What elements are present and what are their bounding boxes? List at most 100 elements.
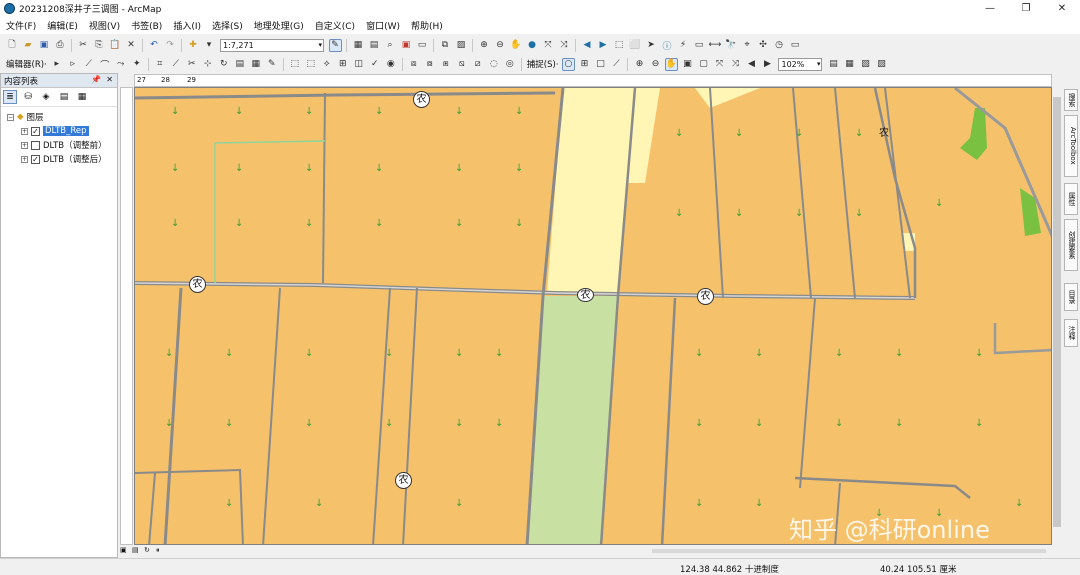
edit-annotation-icon[interactable]: ▹ xyxy=(66,58,79,71)
rotate-icon[interactable]: ↻ xyxy=(217,58,230,71)
search-window-icon[interactable]: ⌕ xyxy=(384,39,397,52)
layout-zoom-out-icon[interactable]: ⊖ xyxy=(649,58,662,71)
menu-edit[interactable]: 编辑(E) xyxy=(47,19,78,32)
end-snapping-icon[interactable]: ⊞ xyxy=(578,58,591,71)
land-label-marker[interactable]: 农 xyxy=(395,472,412,489)
straight-segment-icon[interactable]: ⟋ xyxy=(82,58,95,71)
topology-icon[interactable]: ⬚ xyxy=(288,58,301,71)
undo-icon[interactable]: ↶ xyxy=(148,39,161,52)
shared-features-icon[interactable]: ⊞ xyxy=(336,58,349,71)
fixed-out-icon[interactable]: ⤨ xyxy=(729,58,742,71)
data-driven-pages-icon[interactable]: ▨ xyxy=(875,58,888,71)
identify-icon[interactable]: ⓘ xyxy=(661,39,674,52)
edit-vertices-icon[interactable]: ⌗ xyxy=(153,58,166,71)
refresh-icon[interactable]: ↻ xyxy=(144,546,153,555)
expand-icon[interactable]: + xyxy=(21,155,28,163)
catalog-icon[interactable]: ▤ xyxy=(368,39,381,52)
smooth-icon[interactable]: ◎ xyxy=(503,58,516,71)
vertical-scrollbar[interactable] xyxy=(1052,87,1062,545)
full-extent-icon[interactable]: ● xyxy=(526,39,539,52)
options-icon[interactable]: ▦ xyxy=(75,90,89,104)
topology-edit-icon[interactable]: ⟡ xyxy=(320,58,333,71)
edge-snapping-icon[interactable]: ⟋ xyxy=(610,58,623,71)
table-icon[interactable]: ▦ xyxy=(352,39,365,52)
menu-file[interactable]: 文件(F) xyxy=(6,19,36,32)
land-label-marker[interactable]: 农 xyxy=(879,124,891,139)
data-view-icon[interactable]: ▣ xyxy=(120,546,129,555)
layer-item-dltb-rep[interactable]: + ✓ DLTB_Rep xyxy=(21,125,89,137)
generalize-icon[interactable]: ◌ xyxy=(487,58,500,71)
viewer-window-icon[interactable]: ▭ xyxy=(789,39,802,52)
expand-icon[interactable]: + xyxy=(21,127,28,135)
land-label-marker[interactable]: 农 xyxy=(189,276,206,293)
dock-tab-catalog[interactable]: 目录 xyxy=(1064,283,1078,311)
land-label-marker[interactable]: 农 xyxy=(413,91,430,108)
minimize-button[interactable]: — xyxy=(972,0,1008,17)
zoom-in-icon[interactable]: ⊕ xyxy=(478,39,491,52)
toggle-draft-icon[interactable]: ▤ xyxy=(827,58,840,71)
rubbersheet-icon[interactable]: ⧆ xyxy=(439,58,452,71)
toolbox-icon[interactable]: ▣ xyxy=(400,39,413,52)
edge-match-icon[interactable]: ⧅ xyxy=(455,58,468,71)
close-icon[interactable]: ✕ xyxy=(106,75,113,84)
expand-icon[interactable]: + xyxy=(21,141,28,149)
land-label-marker[interactable]: 农 xyxy=(577,288,594,302)
editor-menu[interactable]: 编辑器(R)· xyxy=(6,58,47,70)
pan-icon[interactable]: ✋ xyxy=(510,39,523,52)
back-extent-icon[interactable]: ◀ xyxy=(581,39,594,52)
menu-view[interactable]: 视图(V) xyxy=(89,19,120,32)
fixed-zoom-out-icon[interactable]: ⤨ xyxy=(558,39,571,52)
attributes-icon[interactable]: ▤ xyxy=(233,58,246,71)
new-document-icon[interactable]: 🗋 xyxy=(6,39,19,52)
close-button[interactable]: ✕ xyxy=(1044,0,1080,17)
paste-icon[interactable]: 📋 xyxy=(109,39,122,52)
hyperlink-icon[interactable]: ⚡ xyxy=(677,39,690,52)
editor-toolbar-toggle-icon[interactable]: ✎ xyxy=(328,38,342,52)
redo-icon[interactable]: ↷ xyxy=(164,39,177,52)
list-by-source-icon[interactable]: ⛁ xyxy=(21,90,35,104)
print-icon[interactable]: ⎙ xyxy=(54,39,67,52)
error-inspector-icon[interactable]: ◉ xyxy=(384,58,397,71)
layout-pan-icon[interactable]: ✋ xyxy=(664,57,678,71)
spatial-adjust-icon[interactable]: ⧇ xyxy=(423,58,436,71)
layer-item-dltb-after[interactable]: + ✓ DLTB（调整后） xyxy=(21,153,107,165)
layers-root[interactable]: − ◆ 图层 xyxy=(7,111,44,123)
pause-drawing-icon[interactable]: ⏸ xyxy=(156,546,165,555)
validate-icon[interactable]: ◫ xyxy=(352,58,365,71)
map-topology-icon[interactable]: ⬚ xyxy=(304,58,317,71)
forward-extent-icon[interactable]: ▶ xyxy=(597,39,610,52)
menu-customize[interactable]: 自定义(C) xyxy=(315,19,355,32)
zoom-100-icon[interactable]: ▢ xyxy=(697,58,710,71)
reshape-icon[interactable]: ⟋ xyxy=(169,58,182,71)
go-to-xy-icon[interactable]: ✣ xyxy=(757,39,770,52)
python-icon[interactable]: ▭ xyxy=(416,39,429,52)
layer-visibility-checkbox[interactable] xyxy=(31,140,40,150)
snapping-menu[interactable]: 捕捉(S)· xyxy=(527,58,559,70)
fix-errors-icon[interactable]: ✓ xyxy=(368,58,381,71)
edit-tool-icon[interactable]: ▸ xyxy=(50,58,63,71)
focus-frame-icon[interactable]: ▦ xyxy=(843,58,856,71)
dock-tab-arctoolbox[interactable]: ArcToolbox xyxy=(1064,115,1078,177)
adjust-preview-icon[interactable]: ⧄ xyxy=(471,58,484,71)
collapse-icon[interactable]: − xyxy=(7,113,14,121)
open-icon[interactable]: ▰ xyxy=(22,39,35,52)
fixed-in-icon[interactable]: ⤧ xyxy=(713,58,726,71)
maximize-button[interactable]: ❐ xyxy=(1008,0,1044,17)
dock-tab-search[interactable]: 搜索 xyxy=(1064,89,1078,111)
scrollbar-thumb[interactable] xyxy=(1053,97,1061,527)
next-extent-icon[interactable]: ▶ xyxy=(761,58,774,71)
save-icon[interactable]: ▣ xyxy=(38,39,51,52)
split-icon[interactable]: ⊹ xyxy=(201,58,214,71)
map-view[interactable]: 农 农 农 农 农 农 知乎 @科研online ↓ ↓ ↓ ↓ ↓ ↓ ↓ ↓ ↓ ↓ ↓ ↓ ↓ ↓ ↓… xyxy=(134,87,1052,545)
model-builder-icon[interactable]: ⧉ xyxy=(439,39,452,52)
layout-zoom-combo[interactable]: 102% ▾ xyxy=(778,57,823,71)
menu-geoprocessing[interactable]: 地理处理(G) xyxy=(254,19,304,32)
menu-windows[interactable]: 窗口(W) xyxy=(366,19,400,32)
layer-visibility-checkbox[interactable]: ✓ xyxy=(31,154,40,164)
trace-icon[interactable]: ⤳ xyxy=(114,58,127,71)
add-data-dropdown-icon[interactable]: ▾ xyxy=(203,39,216,52)
menu-help[interactable]: 帮助(H) xyxy=(411,19,443,32)
dock-tab-annotation[interactable]: 注释 xyxy=(1064,319,1078,347)
georef-icon[interactable]: ⧈ xyxy=(407,58,420,71)
vertex-snapping-icon[interactable]: □ xyxy=(594,58,607,71)
